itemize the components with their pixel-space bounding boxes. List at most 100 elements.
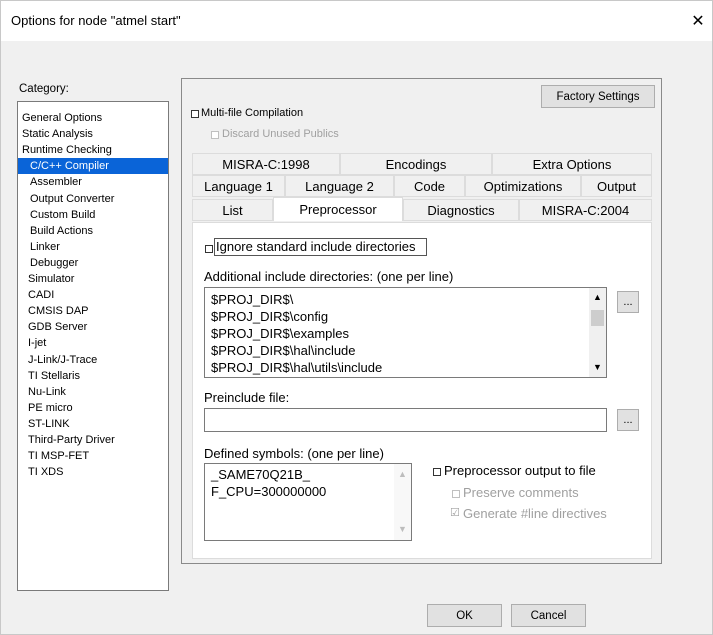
tab-extra-options[interactable]: Extra Options [492,153,652,175]
category-item-label: Runtime Checking [22,144,112,157]
category-item[interactable]: CADI [18,287,168,303]
preinclude-label: Preinclude file: [204,390,290,405]
tab-preprocessor[interactable]: Preprocessor [273,197,403,221]
preserve-comments-label: Preserve comments [463,485,579,500]
category-item-label: J-Link/J-Trace [28,353,98,366]
ok-button[interactable]: OK [427,604,502,627]
tab-output[interactable]: Output [581,175,652,197]
title-bar: Options for node "atmel start" ✕ [1,1,712,41]
include-browse-button[interactable]: ... [617,291,639,313]
category-list[interactable]: General Options Static Analysis Runtime Ch… [17,101,169,591]
category-item-label: I-jet [28,337,47,350]
category-item-label: Linker [30,240,60,253]
tab-diagnostics[interactable]: Diagnostics [403,199,519,221]
category-item[interactable]: Assembler [18,174,168,190]
symbol-line: F_CPU=300000000 [211,484,327,499]
category-item[interactable]: Simulator [18,271,168,287]
pp-output-label: Preprocessor output to file [444,463,596,478]
category-item[interactable]: Nu-Link [18,384,168,400]
category-item[interactable]: Build Actions [18,223,168,239]
scroll-thumb[interactable] [591,310,604,326]
category-item-label: C/C++ Compiler [30,160,109,173]
category-item[interactable]: Linker [18,239,168,255]
symbol-line: _SAME70Q21B_ [211,467,311,482]
category-item[interactable]: CMSIS DAP [18,303,168,319]
multifile-label: Multi-file Compilation [201,107,304,119]
preinclude-browse-button[interactable]: ... [617,409,639,431]
options-dialog: Options for node "atmel start" ✕ Categor… [0,0,713,635]
category-item[interactable]: TI Stellaris [18,368,168,384]
category-item-label: General Options [22,112,103,124]
scroll-down-icon: ▼ [398,524,407,534]
category-item[interactable]: Output Converter [18,191,168,207]
include-dirs-textarea[interactable]: $PROJ_DIR$\ $PROJ_DIR$\config $PROJ_DIR$… [204,287,607,378]
scroll-up-icon: ▲ [398,469,407,479]
category-item[interactable]: C/C++ Compiler [18,158,168,175]
include-dir-line: $PROJ_DIR$\hal\utils\include [211,360,383,375]
category-item-label: Debugger [30,256,79,269]
tab-language-2[interactable]: Language 2 [285,175,394,197]
ignore-std-checkbox[interactable] [205,245,213,253]
category-item-label: Simulator [28,273,75,285]
dialog-title: Options for node "atmel start" [11,13,181,28]
close-icon: ✕ [691,13,705,30]
preserve-comments-checkbox [452,490,460,498]
category-item-label: Nu-Link [28,385,66,398]
category-item[interactable]: Debugger [18,255,168,271]
category-item[interactable]: Runtime Checking [18,142,168,158]
category-item[interactable]: TI XDS [18,464,168,480]
category-item[interactable]: General Options [18,110,168,126]
generate-line-label: Generate #line directives [463,506,607,521]
category-item-label: Custom Build [30,208,96,221]
discard-checkbox [211,131,219,139]
tab-misra-c-1998[interactable]: MISRA-C:1998 [192,153,340,175]
category-item[interactable]: ST-LINK [18,416,168,432]
category-item-label: Third-Party Driver [28,434,115,446]
multifile-checkbox[interactable] [191,110,199,118]
include-dir-line: $PROJ_DIR$\ [211,292,294,307]
category-item-label: GDB Server [28,321,88,334]
factory-settings-button[interactable]: Factory Settings [541,85,655,108]
category-item[interactable]: PE micro [18,400,168,416]
defined-symbols-textarea[interactable]: _SAME70Q21B_ F_CPU=300000000 ▲ ▼ [204,463,412,541]
tab-code[interactable]: Code [394,175,465,197]
tab-language-1[interactable]: Language 1 [192,175,285,197]
category-item-label: Output Converter [30,192,115,205]
scroll-down-icon[interactable]: ▼ [593,362,602,372]
close-button[interactable]: ✕ [684,1,712,41]
category-item-label: TI Stellaris [28,369,80,382]
cancel-button[interactable]: Cancel [511,604,586,627]
category-item-label: ST-LINK [28,417,70,430]
category-item-label: Assembler [30,176,82,189]
category-label: Category: [19,83,69,95]
symbols-scrollbar[interactable]: ▲ ▼ [394,464,411,540]
ignore-std-label: Ignore standard include directories [216,239,416,254]
tab-encodings[interactable]: Encodings [340,153,492,175]
category-item[interactable]: Third-Party Driver [18,432,168,448]
generate-line-checkbox: ☑ [450,507,460,519]
category-item-label: Build Actions [30,224,93,237]
category-item-label: PE micro [28,401,73,414]
category-item[interactable]: Custom Build [18,207,168,223]
preinclude-input[interactable] [204,408,607,432]
discard-label: Discard Unused Publics [222,128,339,140]
defined-symbols-label: Defined symbols: (one per line) [204,446,384,461]
category-item[interactable]: Static Analysis [18,126,168,142]
category-item[interactable]: TI MSP-FET [18,448,168,464]
category-item-label: TI XDS [28,466,64,479]
category-item[interactable]: J-Link/J-Trace [18,352,168,368]
tab-list[interactable]: List [192,199,273,221]
include-dir-line: $PROJ_DIR$\examples [211,326,349,341]
tab-misra-c-2004[interactable]: MISRA-C:2004 [519,199,652,221]
pp-output-checkbox[interactable] [433,468,441,476]
category-item-label: TI MSP-FET [28,450,90,463]
category-item-label: CADI [28,289,55,302]
category-item-label: CMSIS DAP [28,305,89,318]
tab-optimizations[interactable]: Optimizations [465,175,581,197]
include-dirs-scrollbar[interactable]: ▲ ▼ [589,288,606,377]
scroll-up-icon[interactable]: ▲ [593,292,602,302]
include-dir-line: $PROJ_DIR$\config [211,309,329,324]
additional-include-label: Additional include directories: (one per… [204,269,454,284]
category-item[interactable]: I-jet [18,335,168,351]
category-item[interactable]: GDB Server [18,319,168,335]
